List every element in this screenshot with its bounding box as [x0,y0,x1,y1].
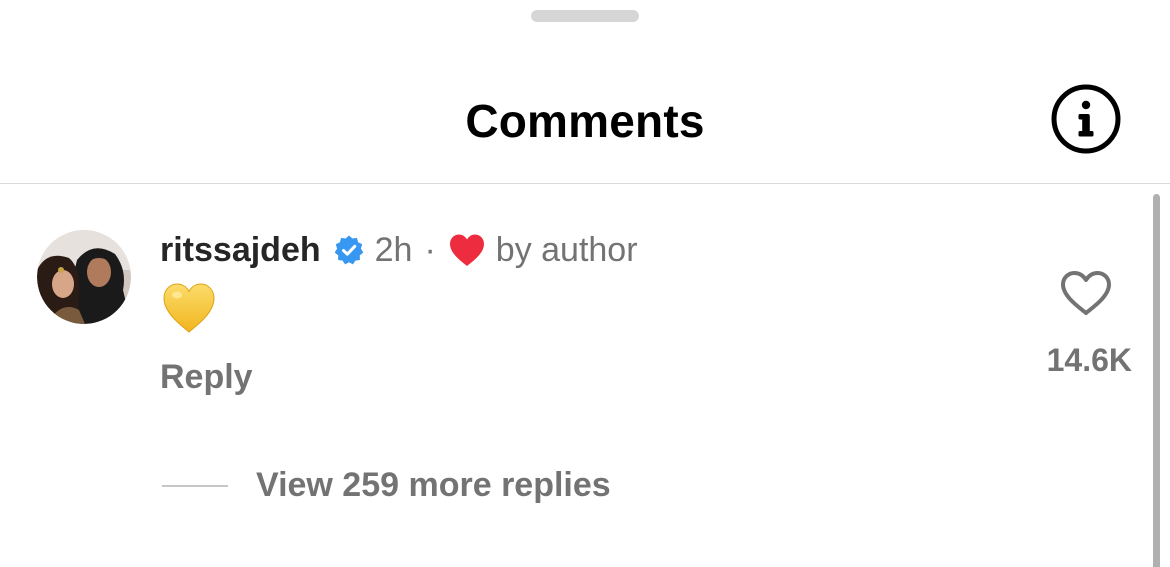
page-title: Comments [465,95,705,147]
comment-time: 2h [374,230,413,269]
info-icon[interactable] [1050,83,1122,155]
comments-sheet: Comments ritssajdeh 2h · by author Reply… [0,0,1170,567]
red-heart-icon [448,233,486,267]
replies-divider-line [162,484,228,487]
view-more-replies-label[interactable]: View 259 more replies [256,466,611,505]
comment-username[interactable]: ritssajdeh [160,231,321,270]
heart-outline-icon[interactable] [1060,270,1112,316]
comments-header: Comments [0,0,1170,184]
liked-by-author-label: by author [495,230,638,269]
avatar[interactable] [37,230,131,324]
verified-badge-icon [333,234,365,266]
reply-button[interactable]: Reply [160,358,253,397]
scrollbar[interactable] [1153,194,1160,567]
comment-header: ritssajdeh 2h · by author [160,228,638,272]
yellow-heart-icon [162,282,216,334]
separator-dot: · [424,230,436,269]
like-count: 14.6K [1046,342,1132,378]
view-more-replies[interactable]: View 259 more replies [162,466,611,505]
